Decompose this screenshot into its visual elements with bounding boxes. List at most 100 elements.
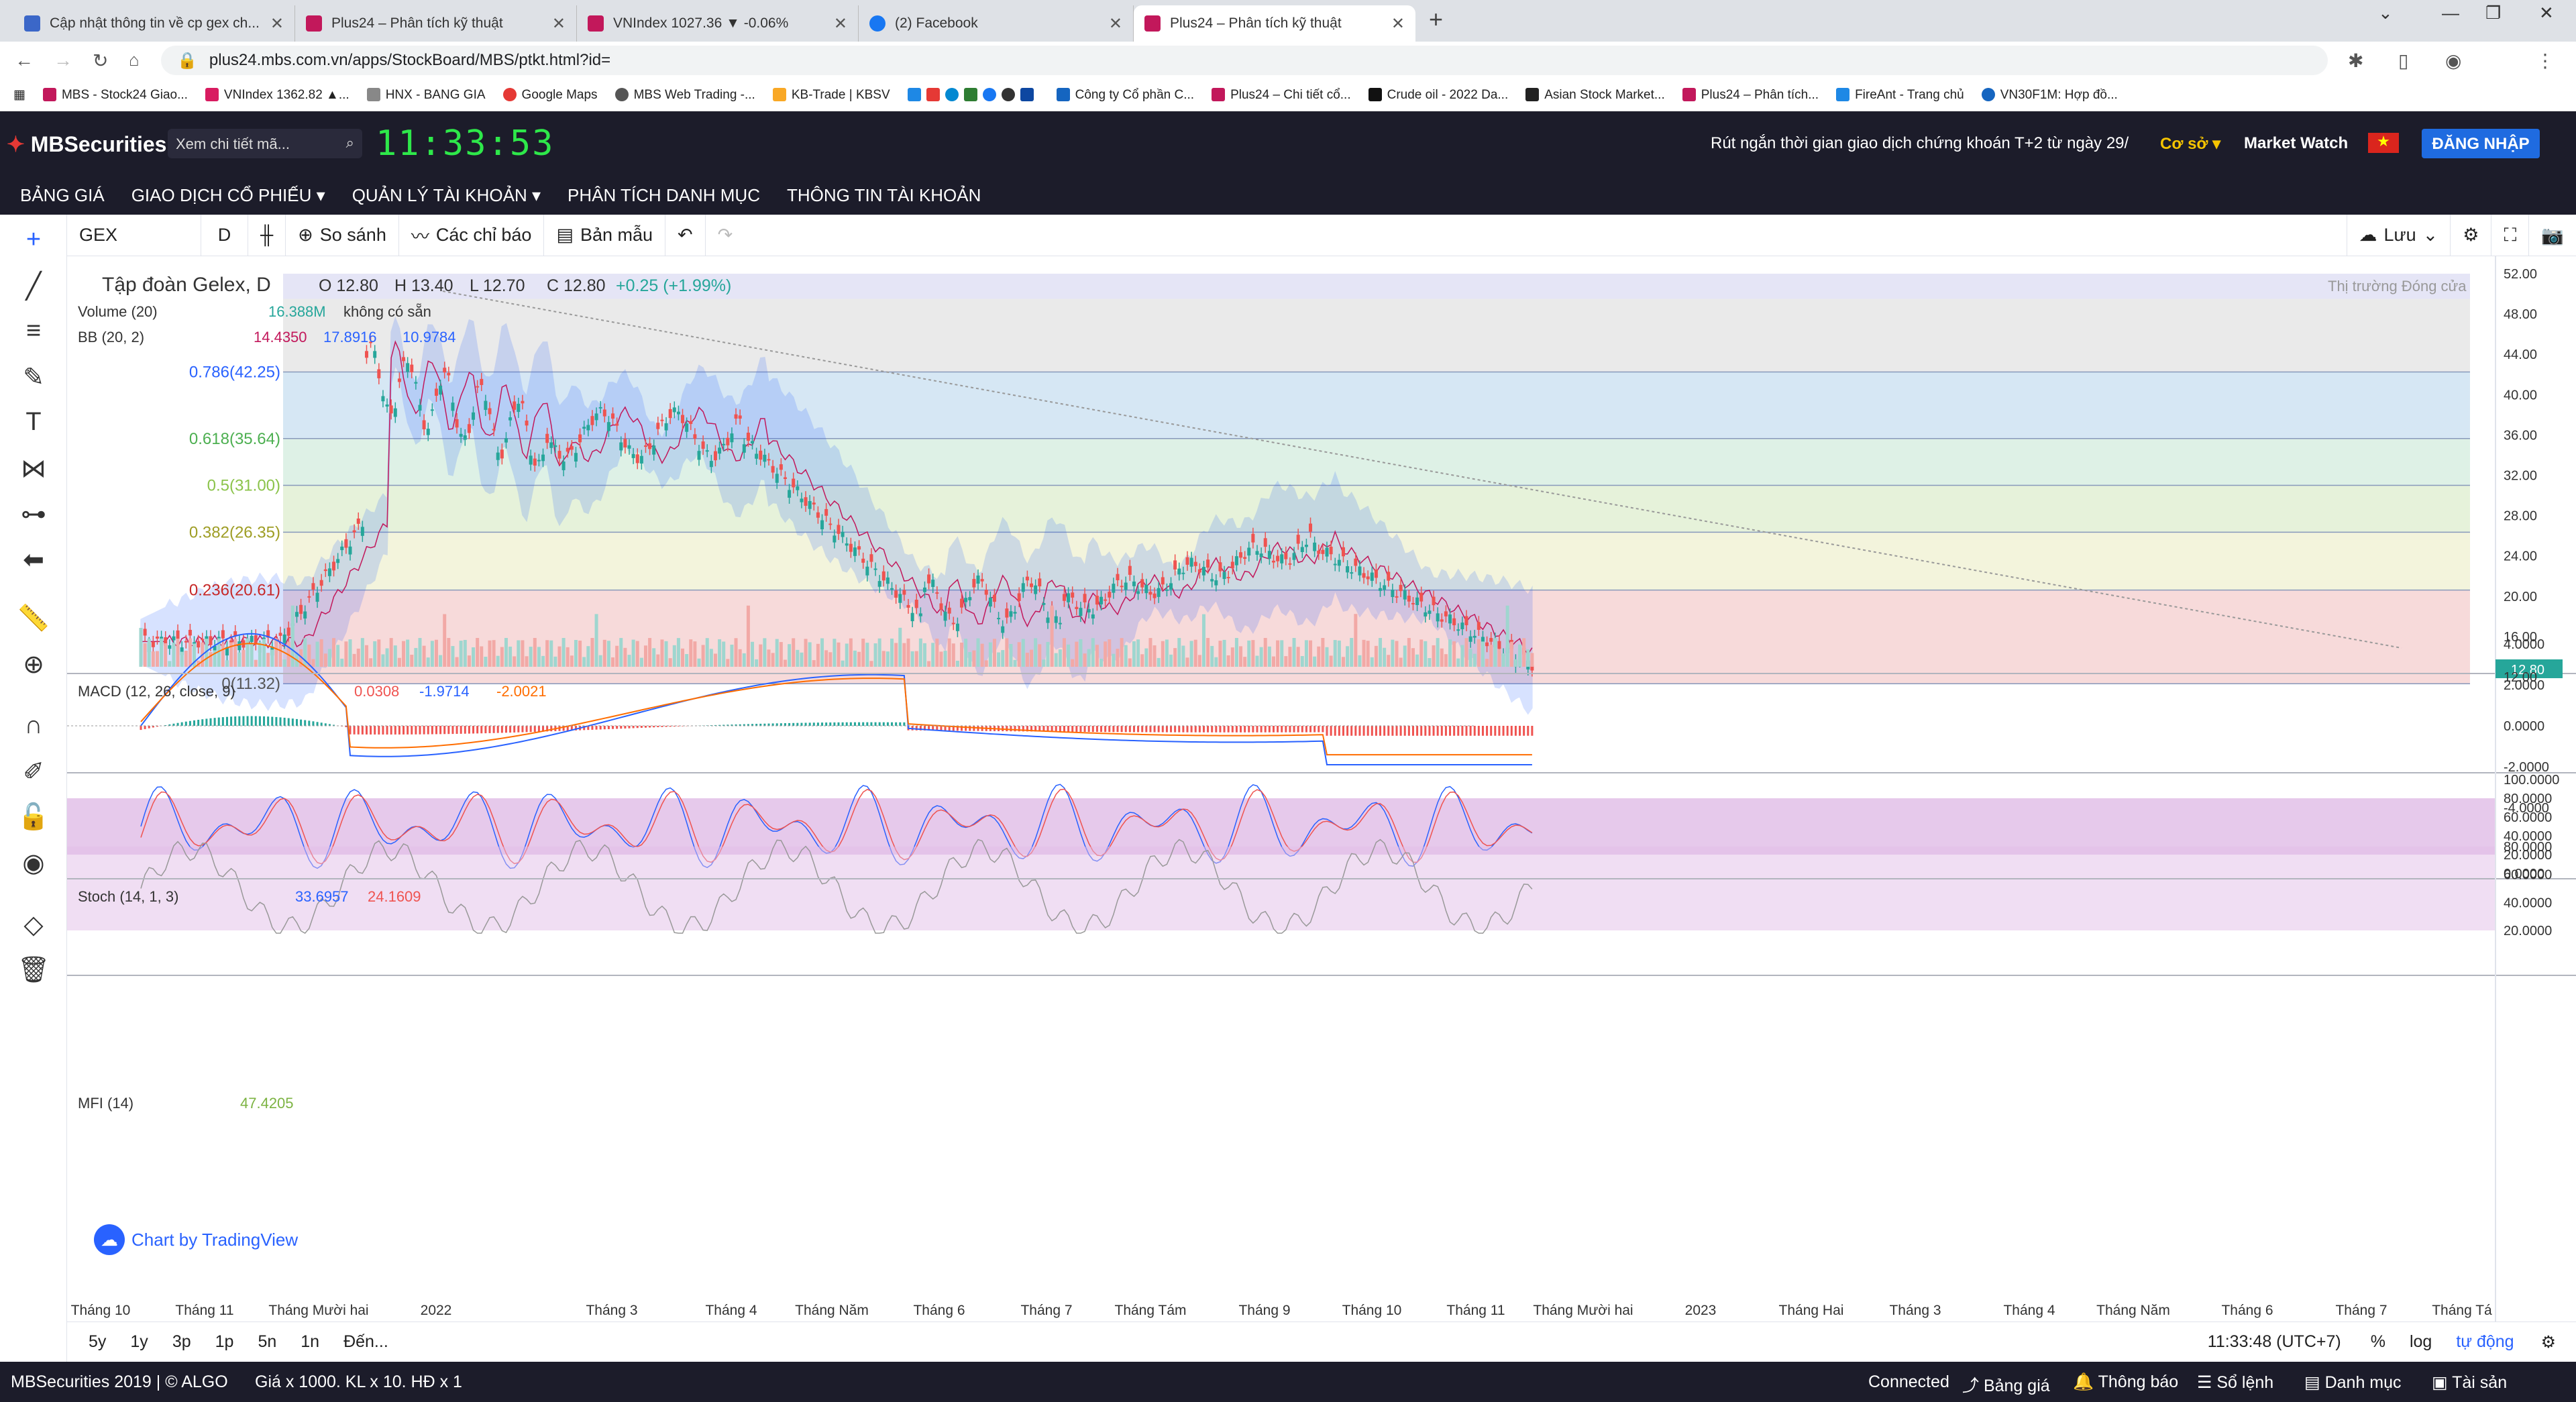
text-icon[interactable]: T: [16, 408, 51, 437]
percent-toggle[interactable]: %: [2371, 1332, 2385, 1352]
status-so-lenh[interactable]: ☰ Sổ lệnh: [2197, 1372, 2273, 1393]
close-window-button[interactable]: ✕: [2539, 3, 2554, 23]
extensions-icon[interactable]: ✱: [2348, 50, 2363, 72]
menu-icon[interactable]: ⋮: [2536, 50, 2555, 72]
price-chart[interactable]: 12.8052.0048.0044.0040.0036.0032.0028.00…: [67, 256, 2576, 1322]
layers-icon[interactable]: ◇: [16, 910, 51, 940]
bookmark-item[interactable]: VNIndex 1362.82 ▲...: [205, 88, 350, 103]
new-tab-button[interactable]: +: [1429, 5, 1443, 34]
settings-button[interactable]: ⚙: [2451, 215, 2492, 256]
prediction-icon[interactable]: ⊶: [16, 499, 51, 529]
back-icon[interactable]: ←: [15, 50, 34, 71]
undo-button[interactable]: ↶: [665, 215, 706, 256]
menu-quan-ly[interactable]: QUẢN LÝ TÀI KHOẢN ▾: [352, 185, 541, 206]
close-icon[interactable]: ✕: [270, 14, 284, 34]
close-icon[interactable]: ✕: [834, 14, 847, 34]
magnet-icon[interactable]: ∩: [16, 711, 51, 740]
fib-retracement-icon[interactable]: ≡: [16, 317, 51, 345]
macd-histogram-bar: [1411, 726, 1414, 736]
home-icon[interactable]: ⌂: [129, 50, 140, 70]
trash-icon[interactable]: 🗑: [16, 955, 51, 985]
search-icon[interactable]: ⌕: [346, 134, 354, 152]
ruler-icon[interactable]: 📏: [16, 604, 51, 633]
chart-style-button[interactable]: ╫: [248, 215, 286, 256]
bookmark-icons[interactable]: [907, 88, 1039, 103]
bookmark-item[interactable]: Crude oil - 2022 Da...: [1368, 88, 1508, 103]
chart-settings-icon[interactable]: ⚙: [2541, 1332, 2556, 1352]
indicators-button[interactable]: 〰 Các chỉ báo: [399, 215, 545, 256]
brush-icon[interactable]: ✎: [16, 362, 51, 392]
reload-icon[interactable]: ↻: [93, 50, 108, 72]
zoom-icon[interactable]: ⊕: [16, 649, 51, 680]
forward-icon[interactable]: →: [54, 50, 72, 71]
menu-thong-tin[interactable]: THÔNG TIN TÀI KHOẢN: [787, 185, 981, 206]
bookmark-item[interactable]: MBS - Stock24 Giao...: [42, 88, 188, 103]
fullscreen-button[interactable]: ⛶: [2491, 215, 2530, 256]
url-field[interactable]: 🔒 plus24.mbs.com.vn/apps/StockBoard/MBS/p…: [161, 46, 2328, 75]
close-icon[interactable]: ✕: [1391, 14, 1405, 34]
restore-button[interactable]: ❐: [2485, 3, 2501, 23]
pattern-icon[interactable]: ⋈: [16, 453, 51, 484]
bookmark-item[interactable]: HNX - BANG GIA: [366, 88, 486, 103]
candle-body: [709, 461, 713, 468]
auto-scale-toggle[interactable]: tự động: [2456, 1332, 2514, 1352]
close-icon[interactable]: ✕: [1109, 14, 1122, 34]
bookmark-item[interactable]: Công ty Cổ phần C...: [1056, 88, 1194, 103]
legend-bb-lower: 10.9784: [402, 329, 456, 345]
menu-bang-gia[interactable]: BẢNG GIÁ: [20, 185, 105, 206]
browser-tab[interactable]: VNIndex 1027.36 ▼ -0.06% ✕: [577, 5, 859, 42]
apps-icon[interactable]: ▦: [13, 87, 25, 103]
redo-button[interactable]: ↷: [706, 215, 745, 256]
bookmark-item[interactable]: Plus24 – Chi tiết cổ...: [1212, 88, 1351, 103]
symbol-field[interactable]: GEX: [67, 215, 201, 256]
bookmark-item[interactable]: VN30F1M: Hợp đồ...: [1981, 88, 2118, 103]
back-arrow-icon[interactable]: ⬅: [16, 545, 51, 575]
range-3p[interactable]: 3p: [172, 1332, 191, 1352]
range-5n[interactable]: 5n: [258, 1332, 276, 1352]
unlock-icon[interactable]: 🔓: [16, 802, 51, 832]
login-button[interactable]: ĐĂNG NHẬP: [2422, 129, 2540, 158]
bookmark-item[interactable]: Plus24 – Phân tích...: [1682, 88, 1819, 103]
brand-logo[interactable]: ✦ MBSecurities: [7, 131, 166, 157]
close-icon[interactable]: ✕: [552, 14, 566, 34]
status-tai-san[interactable]: ▣ Tài sản: [2432, 1372, 2507, 1393]
eye-icon[interactable]: ◉: [16, 848, 51, 878]
status-danh-muc[interactable]: ▤ Danh mục: [2304, 1372, 2402, 1393]
range-1y[interactable]: 1y: [130, 1332, 148, 1352]
menu-phan-tich[interactable]: PHÂN TÍCH DANH MỤC: [568, 185, 760, 206]
bookmark-item[interactable]: MBS Web Trading -...: [614, 88, 755, 103]
tradingview-credit[interactable]: ☁ Chart by TradingView: [94, 1224, 298, 1255]
templates-button[interactable]: ▤ Bản mẫu: [544, 215, 666, 256]
menu-giao-dich[interactable]: GIAO DỊCH CỔ PHIẾU ▾: [131, 185, 325, 206]
browser-tab-active[interactable]: Plus24 – Phân tích kỹ thuật ✕: [1134, 5, 1415, 42]
lock-drawing-icon[interactable]: ✐: [16, 757, 51, 787]
minimize-button[interactable]: —: [2442, 3, 2459, 23]
range-1p[interactable]: 1p: [215, 1332, 234, 1352]
browser-tab[interactable]: Cập nhật thông tin về cp gex ch... ✕: [13, 5, 295, 42]
crosshair-icon[interactable]: +: [16, 225, 51, 254]
minimize-window-button[interactable]: ⌄: [2378, 3, 2393, 23]
range-1n[interactable]: 1n: [301, 1332, 319, 1352]
screenshot-button[interactable]: 📷: [2529, 215, 2576, 256]
vietnam-flag-icon[interactable]: ★: [2368, 133, 2399, 153]
browser-tab[interactable]: Plus24 – Phân tích kỹ thuật ✕: [295, 5, 577, 42]
bookmark-item[interactable]: Asian Stock Market...: [1525, 88, 1665, 103]
bookmark-item[interactable]: KB-Trade | KBSV: [772, 88, 890, 103]
bookmark-item[interactable]: Google Maps: [502, 88, 598, 103]
goto-date-button[interactable]: Đến...: [343, 1332, 388, 1352]
market-watch-link[interactable]: Market Watch: [2244, 134, 2348, 153]
bookmark-item[interactable]: FireAnt - Trang chủ: [1836, 88, 1964, 103]
browser-tab[interactable]: (2) Facebook ✕: [859, 5, 1134, 42]
market-type-dropdown[interactable]: Cơ sở ▾: [2160, 134, 2220, 154]
trend-line-icon[interactable]: ╱: [16, 271, 51, 301]
compare-button[interactable]: ⊕ So sánh: [286, 215, 399, 256]
status-thong-bao[interactable]: 🔔 Thông báo: [2073, 1372, 2178, 1392]
status-bang-gia[interactable]: ⤴ Bảng giá: [1962, 1372, 2050, 1397]
symbol-search-input[interactable]: Xem chi tiết mã... ⌕: [168, 129, 362, 158]
range-5y[interactable]: 5y: [89, 1332, 106, 1352]
sidebar-icon[interactable]: ▯: [2398, 50, 2408, 72]
log-toggle[interactable]: log: [2410, 1332, 2432, 1352]
profile-icon[interactable]: ◉: [2445, 50, 2461, 72]
save-button[interactable]: ☁ Lưu ⌄: [2346, 215, 2451, 256]
interval-button[interactable]: D: [201, 215, 248, 256]
